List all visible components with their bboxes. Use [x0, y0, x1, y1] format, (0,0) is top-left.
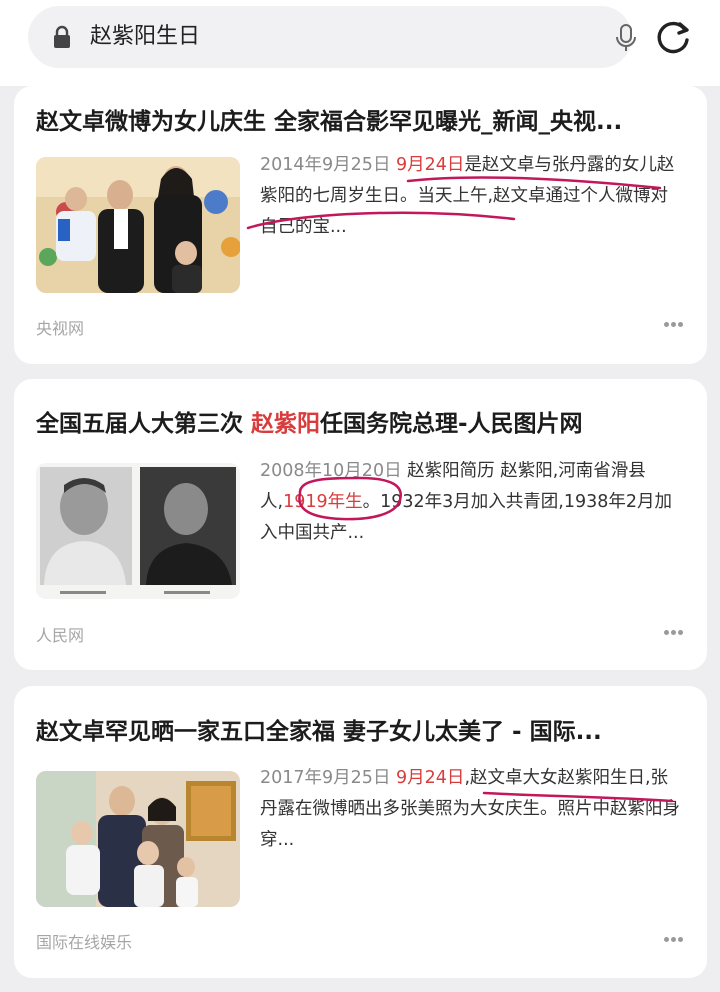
- result-date: 2008年10月20日: [260, 461, 402, 481]
- result-title[interactable]: 赵文卓微博为女儿庆生 全家福合影罕见曝光_新闻_央视...: [36, 106, 696, 138]
- search-bar[interactable]: 赵紫阳生日: [28, 6, 636, 68]
- result-highlight: 9月24日: [396, 155, 465, 175]
- result-snippet: 2014年9月25日 9月24日是赵文卓与张丹露的女儿赵紫阳的七周岁生日。当天上…: [260, 150, 680, 243]
- result-highlight: 9月24日: [396, 768, 465, 788]
- family-photo: [36, 157, 240, 293]
- top-bar: 赵紫阳生日: [0, 0, 720, 86]
- result-title-highlight: 赵紫阳: [251, 411, 321, 437]
- result-title-text: 全国五届人大第三次: [36, 411, 252, 437]
- result-date: 2014年9月25日: [260, 155, 391, 175]
- more-options-icon[interactable]: [664, 322, 684, 328]
- result-title[interactable]: 赵文卓罕见晒一家五口全家福 妻子女儿太美了 - 国际...: [36, 716, 696, 748]
- result-thumbnail[interactable]: [36, 463, 240, 599]
- result-card[interactable]: 赵文卓微博为女儿庆生 全家福合影罕见曝光_新闻_央视... 2014年9月25日…: [14, 86, 707, 364]
- result-highlight: 1919年生: [283, 492, 363, 512]
- result-snippet: 2017年9月25日 9月24日,赵文卓大女赵紫阳生日,张丹露在微博晒出多张美照…: [260, 763, 680, 856]
- result-thumbnail[interactable]: [36, 157, 240, 293]
- result-card[interactable]: 全国五届人大第三次 赵紫阳任国务院总理-人民图片网 2008年10月20日 赵紫…: [14, 379, 707, 670]
- result-date: 2017年9月25日: [260, 768, 391, 788]
- result-card[interactable]: 赵文卓罕见晒一家五口全家福 妻子女儿太美了 - 国际... 2017年9月25日…: [14, 686, 707, 978]
- archive-photo: [36, 463, 240, 599]
- result-source[interactable]: 人民网: [36, 622, 84, 646]
- more-options-icon[interactable]: [664, 630, 684, 636]
- result-title[interactable]: 全国五届人大第三次 赵紫阳任国务院总理-人民图片网: [36, 408, 696, 440]
- search-query[interactable]: 赵紫阳生日: [90, 22, 200, 52]
- more-options-icon[interactable]: [664, 937, 684, 943]
- family-photo: [36, 771, 240, 907]
- refresh-icon[interactable]: [654, 18, 692, 56]
- result-title-text: 任国务院总理-人民图片网: [320, 411, 583, 437]
- result-source[interactable]: 央视网: [36, 315, 84, 339]
- lock-icon: [54, 25, 70, 48]
- result-thumbnail[interactable]: [36, 771, 240, 907]
- result-source[interactable]: 国际在线娱乐: [36, 929, 132, 953]
- result-snippet: 2008年10月20日 赵紫阳简历 赵紫阳,河南省滑县人,1919年生。1932…: [260, 456, 680, 549]
- microphone-icon[interactable]: [614, 24, 638, 52]
